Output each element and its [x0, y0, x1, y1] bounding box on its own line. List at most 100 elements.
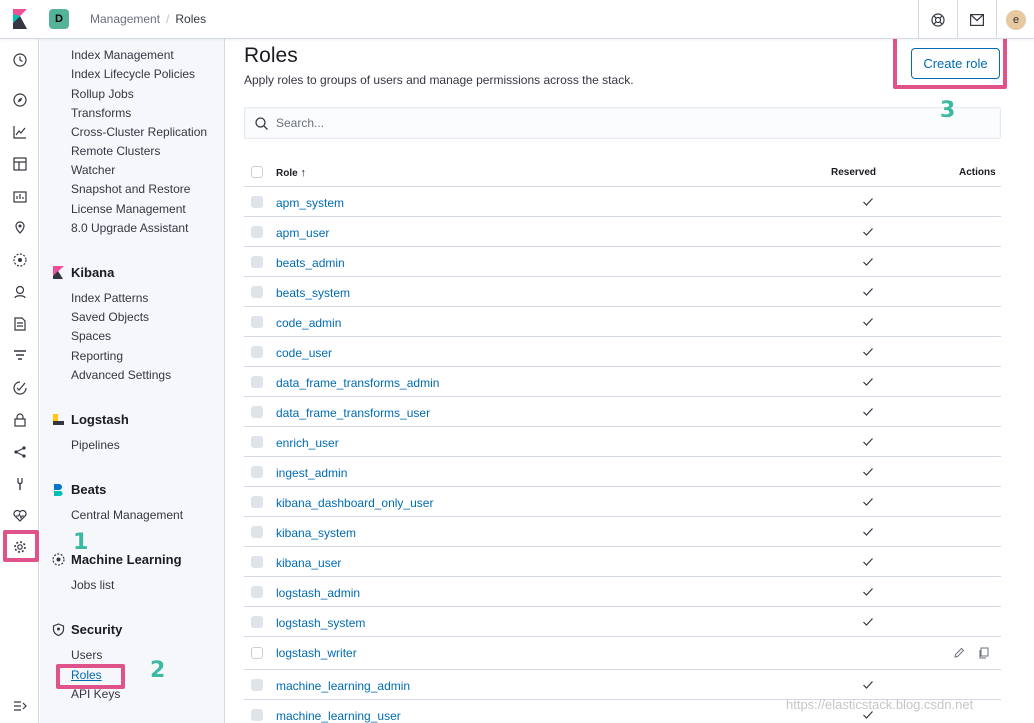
- role-link[interactable]: logstash_writer: [276, 646, 357, 660]
- sidebar-section-kibana: Kibana: [52, 265, 114, 280]
- sidebar-item-cross-cluster-replication[interactable]: Cross-Cluster Replication: [71, 125, 207, 139]
- section-title-beats: Beats: [71, 482, 107, 497]
- annotation-step-2: 2: [150, 658, 166, 683]
- sidebar-item-users[interactable]: Users: [71, 648, 102, 662]
- reserved-check-icon: [863, 408, 873, 416]
- role-link[interactable]: kibana_dashboard_only_user: [276, 496, 433, 510]
- sidebar-item-index-lifecycle-policies[interactable]: Index Lifecycle Policies: [71, 67, 195, 81]
- sidebar-item-advanced-settings[interactable]: Advanced Settings: [71, 368, 171, 382]
- sidebar-item-watcher[interactable]: Watcher: [71, 163, 115, 177]
- space-avatar[interactable]: D: [49, 9, 69, 29]
- role-link[interactable]: data_frame_transforms_user: [276, 406, 430, 420]
- role-link[interactable]: apm_system: [276, 196, 344, 210]
- logs-icon[interactable]: [11, 315, 28, 332]
- page-description: Apply roles to groups of users and manag…: [244, 73, 634, 87]
- recently-viewed-icon[interactable]: [11, 51, 28, 68]
- apm-icon[interactable]: [11, 347, 28, 364]
- sidebar-item-snapshot-and-restore[interactable]: Snapshot and Restore: [71, 182, 190, 196]
- reserved-check-icon: [863, 198, 873, 206]
- role-link[interactable]: code_user: [276, 346, 332, 360]
- machine-learning-nav-icon[interactable]: [11, 251, 28, 268]
- maps-icon[interactable]: [11, 219, 28, 236]
- role-link[interactable]: machine_learning_user: [276, 709, 401, 723]
- stack-monitoring-icon[interactable]: [11, 507, 28, 524]
- sidebar-item-index-patterns[interactable]: Index Patterns: [71, 291, 148, 305]
- sidebar-item-central-management[interactable]: Central Management: [71, 508, 183, 522]
- user-menu-button[interactable]: e: [996, 0, 1034, 39]
- role-link[interactable]: apm_user: [276, 226, 329, 240]
- newsfeed-button[interactable]: [957, 0, 996, 39]
- column-header-actions: Actions: [959, 167, 996, 178]
- row-checkbox: [251, 256, 263, 268]
- kibana-logo-icon[interactable]: [10, 9, 30, 29]
- dev-tools-icon[interactable]: [11, 475, 28, 492]
- sidebar-item-remote-clusters[interactable]: Remote Clusters: [71, 144, 160, 158]
- reserved-check-icon: [863, 558, 873, 566]
- dashboard-icon[interactable]: [11, 155, 28, 172]
- table-row: beats_system: [244, 277, 1001, 307]
- role-link[interactable]: beats_admin: [276, 256, 345, 270]
- graph-icon[interactable]: [11, 443, 28, 460]
- sidebar-item-jobs-list[interactable]: Jobs list: [71, 578, 114, 592]
- role-link[interactable]: enrich_user: [276, 436, 339, 450]
- sidebar-item-pipelines[interactable]: Pipelines: [71, 438, 120, 452]
- logstash-icon: [53, 414, 64, 425]
- page-title: Roles: [244, 44, 298, 67]
- sidebar-item-spaces[interactable]: Spaces: [71, 329, 111, 343]
- column-header-role-label: Role: [276, 168, 298, 179]
- row-checkbox: [251, 556, 263, 568]
- table-header: Role ↑ Reserved Actions: [244, 157, 1001, 187]
- role-link[interactable]: logstash_system: [276, 616, 365, 630]
- uptime-icon[interactable]: [11, 379, 28, 396]
- sidebar-item-reporting[interactable]: Reporting: [71, 349, 123, 363]
- sidebar-item-saved-objects[interactable]: Saved Objects: [71, 310, 149, 324]
- visualize-icon[interactable]: [11, 123, 28, 140]
- role-link[interactable]: kibana_system: [276, 526, 356, 540]
- section-title-kibana: Kibana: [71, 265, 115, 280]
- sidebar-item-license-management[interactable]: License Management: [71, 202, 186, 216]
- sidebar-item-transforms[interactable]: Transforms: [71, 106, 131, 120]
- row-checkbox: [251, 526, 263, 538]
- highlight-management-icon: [3, 530, 39, 562]
- breadcrumb-separator: /: [166, 12, 170, 26]
- row-checkbox: [251, 586, 263, 598]
- sidebar-item-index-management[interactable]: Index Management: [71, 48, 174, 62]
- collapse-nav-icon[interactable]: [11, 697, 28, 714]
- help-button[interactable]: [918, 0, 957, 39]
- highlight-roles-link: [56, 664, 125, 689]
- role-link[interactable]: kibana_user: [276, 556, 341, 570]
- column-header-role[interactable]: Role ↑: [276, 167, 306, 179]
- role-link[interactable]: code_admin: [276, 316, 341, 330]
- role-link[interactable]: logstash_admin: [276, 586, 360, 600]
- edit-pencil-icon[interactable]: [953, 647, 965, 659]
- table-row: data_frame_transforms_admin: [244, 367, 1001, 397]
- canvas-icon[interactable]: [11, 187, 28, 204]
- table-row: kibana_dashboard_only_user: [244, 487, 1001, 517]
- watermark: https://elasticstack.blog.csdn.net: [786, 697, 974, 712]
- role-link[interactable]: beats_system: [276, 286, 350, 300]
- siem-icon[interactable]: [11, 411, 28, 428]
- mail-icon: [970, 13, 984, 26]
- highlight-create-role: [893, 35, 1007, 89]
- search-input[interactable]: [276, 108, 976, 138]
- clone-copy-icon[interactable]: [978, 647, 990, 659]
- sidebar-item-upgrade-assistant[interactable]: 8.0 Upgrade Assistant: [71, 221, 188, 235]
- reserved-check-icon: [863, 378, 873, 386]
- role-link[interactable]: ingest_admin: [276, 466, 347, 480]
- search-bar[interactable]: [244, 107, 1001, 139]
- role-link[interactable]: data_frame_transforms_admin: [276, 376, 439, 390]
- column-header-reserved: Reserved: [831, 167, 877, 178]
- infrastructure-icon[interactable]: [11, 283, 28, 300]
- breadcrumb-management[interactable]: Management: [90, 12, 160, 26]
- roles-table: Role ↑ Reserved Actions apm_system apm_us…: [244, 157, 1001, 723]
- select-all-checkbox[interactable]: [251, 166, 263, 178]
- row-checkbox[interactable]: [251, 647, 263, 659]
- discover-icon[interactable]: [11, 91, 28, 108]
- sidebar-item-rollup-jobs[interactable]: Rollup Jobs: [71, 87, 134, 101]
- table-row: code_admin: [244, 307, 1001, 337]
- sidebar-item-api-keys[interactable]: API Keys: [71, 687, 120, 701]
- table-row: apm_user: [244, 217, 1001, 247]
- sort-ascending-icon: ↑: [300, 167, 306, 179]
- role-link[interactable]: machine_learning_admin: [276, 679, 410, 693]
- reserved-check-icon: [863, 498, 873, 506]
